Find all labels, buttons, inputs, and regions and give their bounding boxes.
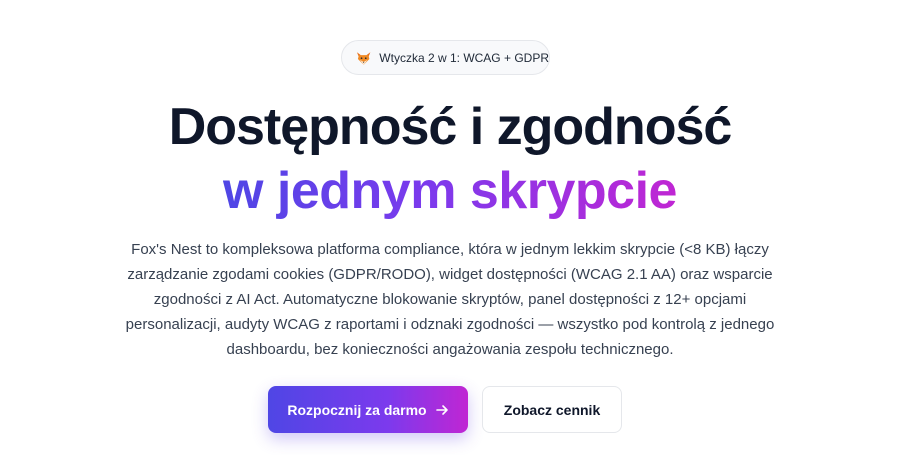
view-pricing-button[interactable]: Zobacz cennik	[482, 386, 622, 433]
start-free-button[interactable]: Rozpocznij za darmo	[268, 386, 468, 433]
arrow-right-icon	[435, 404, 448, 415]
hero-title-gradient-text: w jednym skrypcie	[223, 162, 677, 220]
hero-description: Fox's Nest to kompleksowa platforma comp…	[125, 241, 775, 358]
hero-title-highlight: w jednym skrypcie	[0, 160, 900, 222]
hero-title: Dostępność i zgodność	[168, 98, 733, 156]
feature-badge: Wtyczka 2 w 1: WCAG + GDPR	[341, 40, 550, 75]
hero-section: Wtyczka 2 w 1: WCAG + GDPR Dostępność i …	[0, 0, 900, 455]
fox-icon	[356, 51, 371, 65]
badge-text: Wtyczka 2 w 1: WCAG + GDPR	[379, 50, 549, 65]
start-free-button-label: Rozpocznij za darmo	[287, 401, 427, 418]
